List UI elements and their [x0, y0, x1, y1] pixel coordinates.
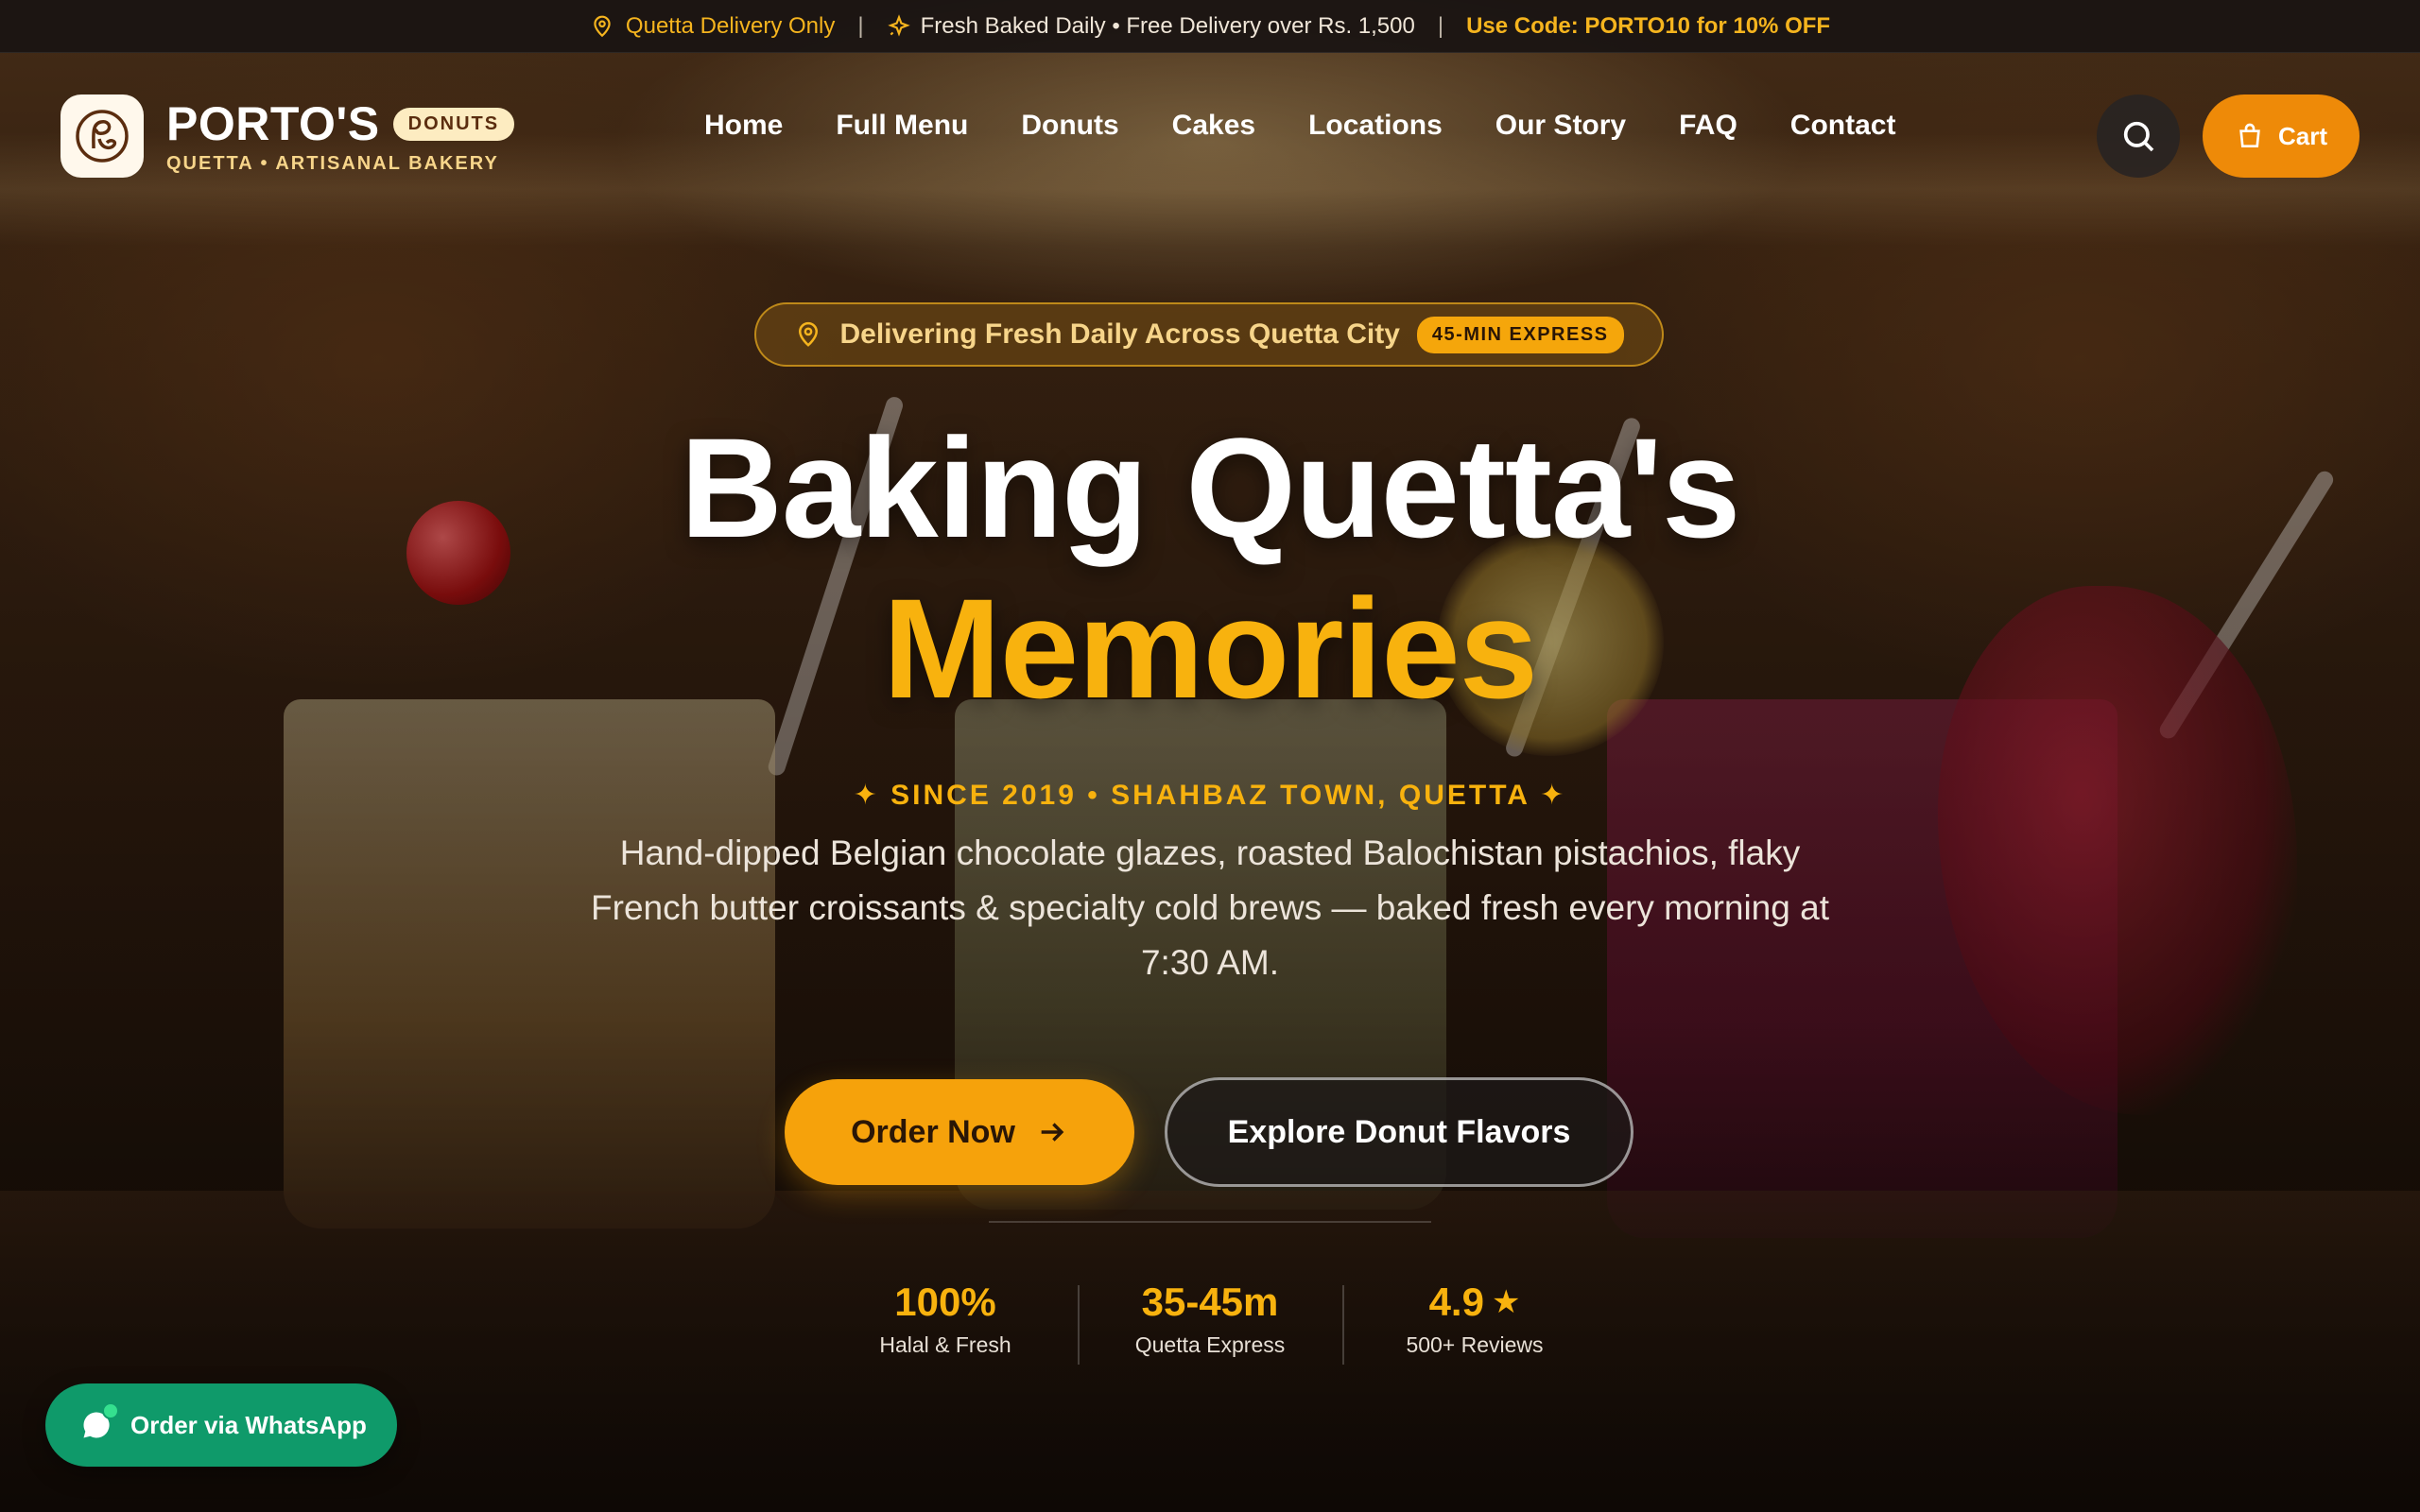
- cart-button[interactable]: Cart: [2203, 94, 2360, 178]
- map-pin-icon: [594, 15, 611, 37]
- promo-code-text: Use Code: PORTO10 for 10% OFF: [1466, 12, 1831, 39]
- arrow-right-icon: [1041, 1123, 1064, 1142]
- brand-block[interactable]: PORTO'S DONUTS QUETTA • ARTISANAL BAKERY: [166, 96, 515, 175]
- map-pin-icon: [799, 321, 819, 347]
- delivery-info-pill: Delivering Fresh Daily Across Quetta Cit…: [754, 302, 1664, 367]
- nav-menu: Home Full Menu Donuts Cakes Locations Ou…: [704, 110, 1895, 142]
- sparkle-icon: [887, 13, 910, 37]
- stat-halal: 100% Halal & Fresh: [813, 1280, 1078, 1374]
- whatsapp-label: Order via WhatsApp: [130, 1410, 367, 1439]
- nav-item-our-story[interactable]: Our Story: [1495, 110, 1626, 142]
- shopping-bag-icon: [2239, 123, 2260, 147]
- delivery-area-text: Quetta Delivery Only: [625, 12, 836, 39]
- explore-flavors-button[interactable]: Explore Donut Flavors: [1165, 1077, 1634, 1187]
- stat-label: Quetta Express: [1134, 1332, 1286, 1357]
- nav-item-home[interactable]: Home: [704, 110, 783, 142]
- hero-title-line-1: Baking Quetta's: [680, 408, 1741, 567]
- since-subtitle: ✦ SINCE 2019 • SHAHBAZ TOWN, QUETTA ✦: [853, 780, 1567, 811]
- brand-logo[interactable]: [60, 94, 144, 178]
- stat-value: 100%: [894, 1280, 996, 1324]
- stat-value: 4.9: [1428, 1280, 1484, 1324]
- announcement-bar: Quetta Delivery Only | Fresh Baked Daily…: [0, 0, 2420, 53]
- hero-divider: [989, 1221, 1431, 1223]
- express-badge: 45-MIN EXPRESS: [1416, 316, 1624, 353]
- main-navigation: PORTO'S DONUTS QUETTA • ARTISANAL BAKERY…: [0, 91, 2420, 181]
- cart-label: Cart: [2277, 121, 2327, 150]
- online-indicator: [102, 1402, 119, 1419]
- nav-item-donuts[interactable]: Donuts: [1021, 110, 1118, 142]
- nav-item-contact[interactable]: Contact: [1790, 110, 1896, 142]
- delivery-pill-text: Delivering Fresh Daily Across Quetta Cit…: [839, 318, 1400, 350]
- brand-badge: DONUTS: [392, 107, 515, 141]
- stat-label: 500+ Reviews: [1406, 1332, 1544, 1357]
- explore-flavors-label: Explore Donut Flavors: [1227, 1113, 1571, 1150]
- fresh-baked-text: Fresh Baked Daily • Free Delivery over R…: [920, 12, 1415, 39]
- nav-item-full-menu[interactable]: Full Menu: [836, 110, 968, 142]
- stats-row: 100% Halal & Fresh 35-45m Quetta Express…: [813, 1280, 1607, 1374]
- brand-name: PORTO'S: [166, 97, 380, 150]
- stat-rating: 4.9 ★ 500+ Reviews: [1342, 1280, 1607, 1374]
- fresh-baked-notice: Fresh Baked Daily • Free Delivery over R…: [887, 13, 1415, 40]
- search-icon: [2123, 121, 2154, 152]
- nav-item-cakes[interactable]: Cakes: [1172, 110, 1255, 142]
- hero-description: Hand-dipped Belgian chocolate glazes, ro…: [591, 833, 1829, 982]
- search-button[interactable]: [2097, 94, 2180, 178]
- stat-label: Halal & Fresh: [879, 1332, 1011, 1357]
- brand-tagline: QUETTA • ARTISANAL BAKERY: [166, 153, 499, 174]
- star-icon: ★: [1491, 1284, 1521, 1320]
- announcement-separator: |: [857, 12, 864, 39]
- chat-bubble-icon: [79, 1402, 119, 1442]
- hero-title-line-2: Memories: [882, 569, 1538, 728]
- nav-item-locations[interactable]: Locations: [1308, 110, 1443, 142]
- stat-value: 35-45m: [1141, 1280, 1279, 1324]
- monogram-logo-icon: [76, 110, 129, 163]
- order-now-button[interactable]: Order Now: [785, 1079, 1134, 1185]
- stat-delivery-time: 35-45m Quetta Express: [1078, 1280, 1342, 1374]
- delivery-area-notice: Quetta Delivery Only: [590, 13, 835, 40]
- whatsapp-order-button[interactable]: Order via WhatsApp: [45, 1383, 397, 1467]
- announcement-separator: |: [1437, 12, 1444, 39]
- order-now-label: Order Now: [851, 1113, 1015, 1150]
- nav-item-faq[interactable]: FAQ: [1679, 110, 1737, 142]
